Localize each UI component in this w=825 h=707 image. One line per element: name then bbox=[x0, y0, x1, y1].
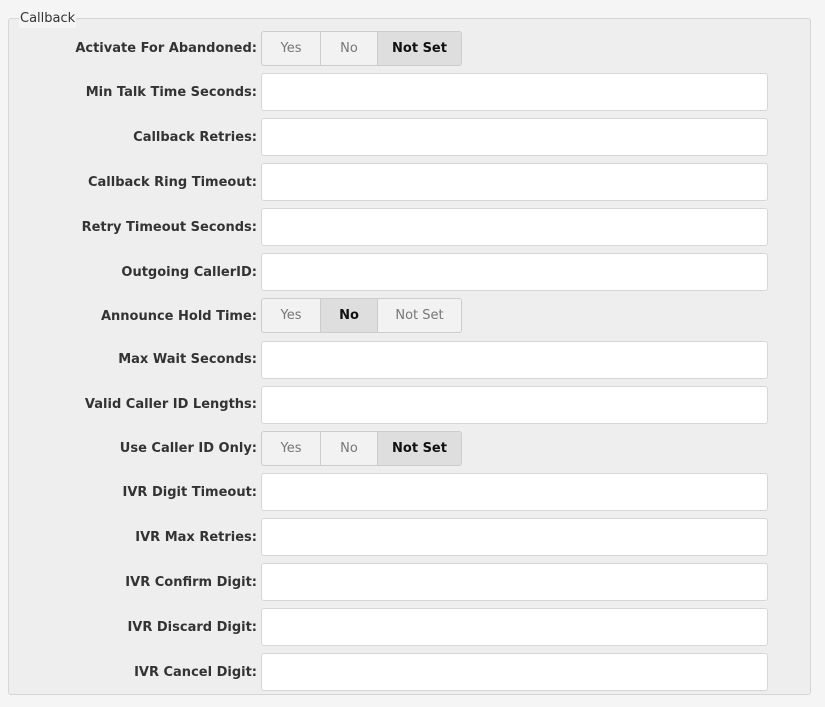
ivr-digit-timeout-input[interactable] bbox=[261, 473, 768, 511]
use-caller-id-only-yes-option[interactable]: Yes bbox=[262, 432, 320, 465]
max-wait-seconds-label: Max Wait Seconds: bbox=[118, 352, 257, 367]
valid-caller-id-lengths-label: Valid Caller ID Lengths: bbox=[84, 397, 257, 412]
callback-retries-input[interactable] bbox=[261, 118, 768, 156]
ivr-confirm-digit-label: IVR Confirm Digit: bbox=[125, 575, 257, 590]
callback-retries-label: Callback Retries: bbox=[133, 130, 257, 145]
ivr-max-retries-label: IVR Max Retries: bbox=[135, 530, 257, 545]
ivr-confirm-digit-input[interactable] bbox=[261, 563, 768, 601]
valid-caller-id-lengths-input[interactable] bbox=[261, 386, 768, 424]
use-caller-id-only-label: Use Caller ID Only: bbox=[119, 441, 257, 456]
ivr-digit-timeout-label: IVR Digit Timeout: bbox=[122, 485, 257, 500]
announce-hold-time-toggle: Yes No Not Set bbox=[261, 298, 462, 333]
ivr-cancel-digit-label: IVR Cancel Digit: bbox=[134, 665, 257, 680]
ivr-cancel-digit-input[interactable] bbox=[261, 653, 768, 691]
callback-ring-timeout-input[interactable] bbox=[261, 163, 768, 201]
announce-hold-time-yes-option[interactable]: Yes bbox=[262, 299, 320, 332]
max-wait-seconds-input[interactable] bbox=[261, 341, 768, 379]
activate-for-abandoned-not-set-option[interactable]: Not Set bbox=[377, 32, 461, 65]
outgoing-callerid-label: Outgoing CallerID: bbox=[121, 265, 257, 280]
ivr-discard-digit-label: IVR Discard Digit: bbox=[127, 620, 257, 635]
ivr-discard-digit-input[interactable] bbox=[261, 608, 768, 646]
min-talk-time-seconds-label: Min Talk Time Seconds: bbox=[85, 85, 257, 100]
announce-hold-time-not-set-option[interactable]: Not Set bbox=[377, 299, 461, 332]
min-talk-time-seconds-input[interactable] bbox=[261, 73, 768, 111]
activate-for-abandoned-label: Activate For Abandoned: bbox=[75, 41, 257, 56]
outgoing-callerid-input[interactable] bbox=[261, 253, 768, 291]
use-caller-id-only-no-option[interactable]: No bbox=[320, 432, 377, 465]
retry-timeout-seconds-input[interactable] bbox=[261, 208, 768, 246]
announce-hold-time-label: Announce Hold Time: bbox=[100, 309, 257, 324]
use-caller-id-only-not-set-option[interactable]: Not Set bbox=[377, 432, 461, 465]
retry-timeout-seconds-label: Retry Timeout Seconds: bbox=[81, 220, 257, 235]
activate-for-abandoned-yes-option[interactable]: Yes bbox=[262, 32, 320, 65]
activate-for-abandoned-no-option[interactable]: No bbox=[320, 32, 377, 65]
activate-for-abandoned-toggle: Yes No Not Set bbox=[261, 31, 462, 66]
announce-hold-time-no-option[interactable]: No bbox=[320, 299, 377, 332]
use-caller-id-only-toggle: Yes No Not Set bbox=[261, 431, 462, 466]
callback-ring-timeout-label: Callback Ring Timeout: bbox=[87, 175, 257, 190]
section-legend: Callback bbox=[19, 10, 77, 28]
ivr-max-retries-input[interactable] bbox=[261, 518, 768, 556]
